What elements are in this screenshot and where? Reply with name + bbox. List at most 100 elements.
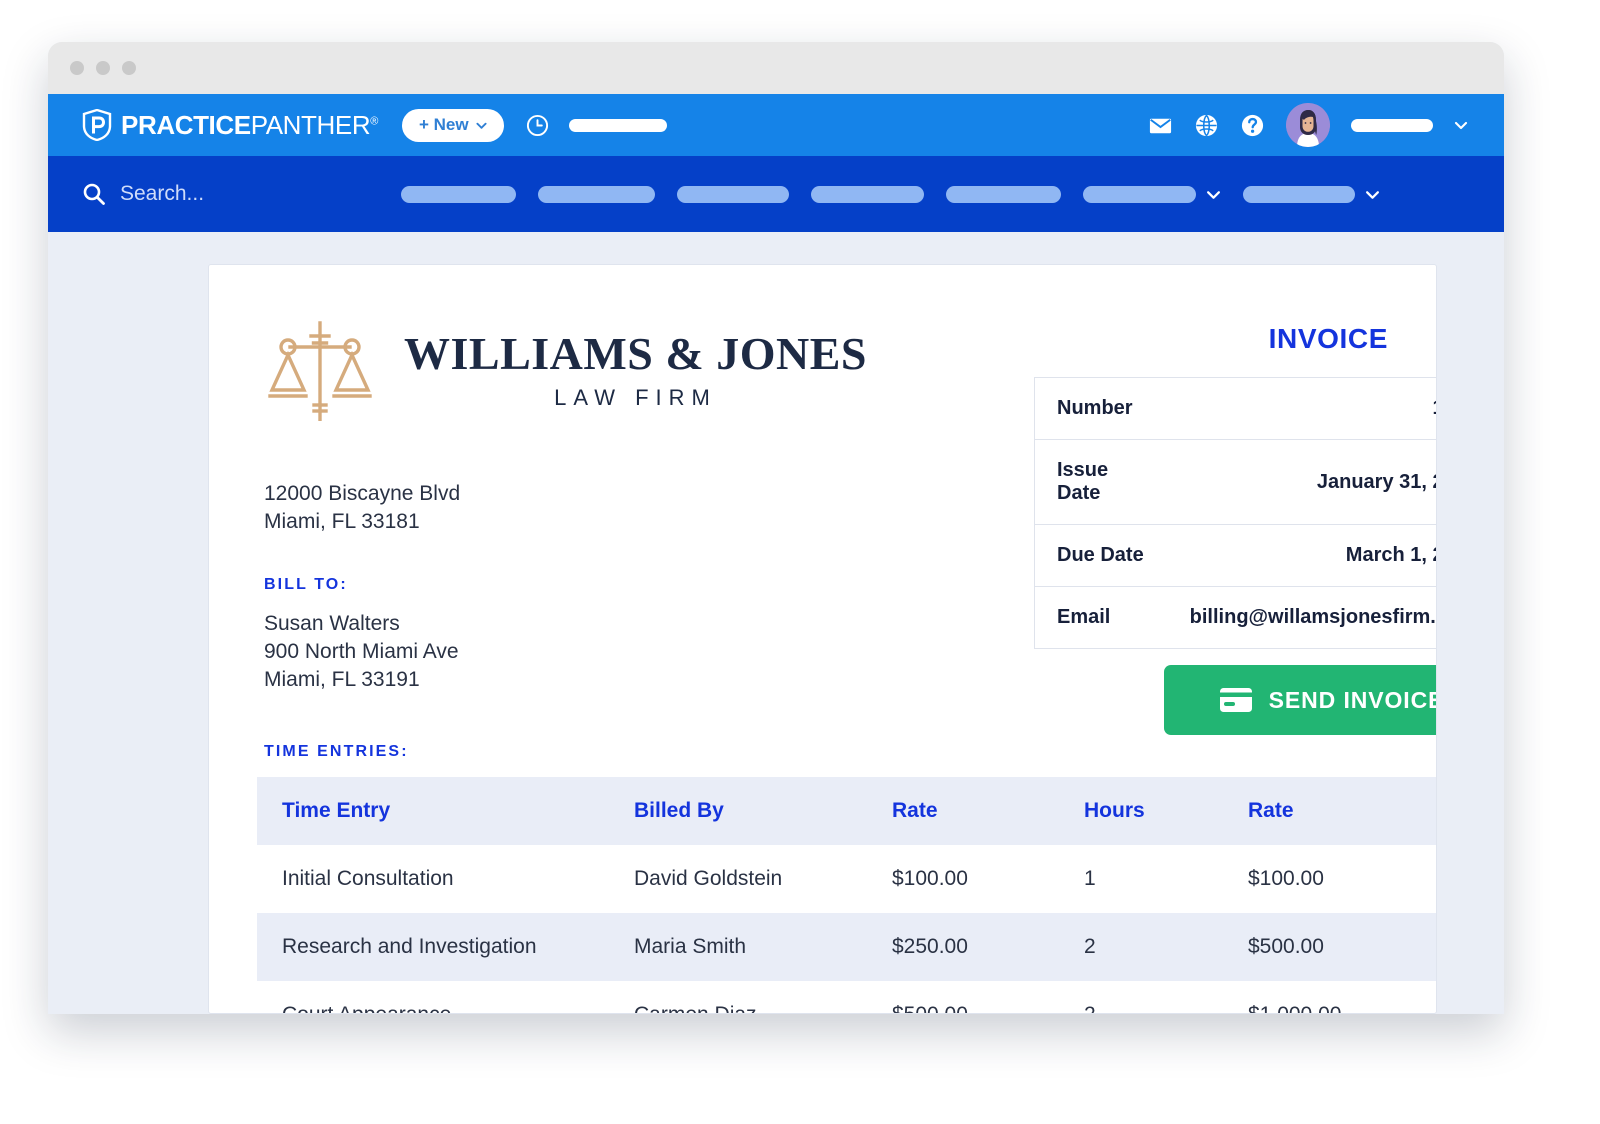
- nav-item-label-placeholder: [401, 185, 516, 203]
- cell-rate: $100.00: [892, 867, 968, 890]
- mail-icon[interactable]: [1148, 113, 1173, 138]
- law-firm-name: WILLIAMS & JONES: [404, 328, 867, 379]
- page-body: WILLIAMS & JONES LAW FIRM INVOICE 12000 …: [48, 232, 1504, 1014]
- help-circle-icon[interactable]: [1240, 113, 1265, 138]
- new-button-label: + New: [418, 115, 469, 134]
- nav-item[interactable]: [811, 185, 924, 203]
- cell-time-entry: Research and Investigation: [257, 913, 609, 981]
- cell-time-entry: Initial Consultation: [282, 867, 454, 890]
- chevron-down-icon[interactable]: [1454, 118, 1468, 132]
- practicepanther-logo[interactable]: PRACTICEPANTHER®: [82, 109, 378, 141]
- time-entries-table: Time Entry Billed By Rate Hours Rate Ini…: [257, 777, 1436, 1013]
- browser-window: PRACTICEPANTHER® + New Search... WILLIAM…: [48, 42, 1504, 1014]
- law-firm-logo: WILLIAMS & JONES LAW FIRM: [264, 311, 867, 421]
- maximize-window-button[interactable]: [122, 61, 136, 75]
- invoice-detail-key: Email: [1057, 606, 1111, 628]
- nav-item-label-placeholder: [946, 185, 1061, 203]
- cell-billed-by: Carmen Diaz: [609, 981, 867, 1013]
- cell-total: $100.00: [1248, 867, 1324, 890]
- shield-p-icon: [82, 109, 112, 141]
- search-input[interactable]: [120, 182, 360, 206]
- firm-address-line: Miami, FL 33181: [264, 509, 420, 533]
- nav-item[interactable]: [538, 185, 655, 203]
- bill-to-line: 900 North Miami Ave: [264, 639, 459, 663]
- bill-to-line: Susan Walters: [264, 611, 400, 635]
- column-header-time-entry[interactable]: Time Entry: [257, 777, 609, 845]
- cell-time-entry: Court Appearance: [257, 981, 609, 1013]
- avatar[interactable]: [1286, 103, 1330, 147]
- invoice-detail-row: Due Date March 1, 2024: [1034, 525, 1436, 587]
- appbar-right-group: [1148, 103, 1468, 147]
- close-window-button[interactable]: [70, 61, 84, 75]
- invoice-detail-value: January 31, 2024: [1316, 470, 1436, 493]
- nav-item[interactable]: [677, 185, 789, 203]
- brand-wordmark: PRACTICEPANTHER®: [121, 110, 378, 141]
- registered-mark: ®: [370, 114, 378, 127]
- cell-hours: 2: [1059, 913, 1223, 981]
- search-icon: [83, 183, 105, 205]
- send-invoice-label: SEND INVOICE: [1268, 686, 1437, 713]
- table-row[interactable]: Court AppearanceCarmen Diaz$500.002$1,00…: [257, 981, 1436, 1013]
- column-header-rate[interactable]: Rate: [867, 777, 1059, 845]
- table-row[interactable]: Research and Investigation Maria Smith $25…: [257, 913, 1436, 981]
- user-name-placeholder: [1351, 118, 1433, 132]
- scales-of-justice-icon: [268, 321, 372, 421]
- nav-item-label-placeholder: [1083, 185, 1196, 203]
- nav-items-group: [401, 185, 1380, 203]
- app-header-bar: PRACTICEPANTHER® + New: [48, 94, 1504, 156]
- invoice-detail-row: Number 1789: [1034, 378, 1437, 440]
- invoice-detail-value: 1789: [1168, 378, 1437, 440]
- bill-to-label: BILL TO:: [264, 575, 348, 593]
- firm-address-line: 12000 Biscayne Blvd: [264, 482, 461, 505]
- address-block: 12000 Biscayne Blvd Miami, FL 33181 BILL…: [264, 480, 824, 694]
- search-box[interactable]: [82, 182, 392, 206]
- nav-item-label-placeholder: [677, 185, 789, 203]
- cell-hours: 1: [1084, 867, 1096, 890]
- column-header-total-rate[interactable]: Rate: [1223, 777, 1436, 845]
- brand-bold-text: PRACTICE: [121, 109, 251, 140]
- invoice-detail-row: Email billing@willamsjonesfirm.com: [1035, 587, 1436, 649]
- cell-total: $500.00: [1223, 913, 1436, 981]
- invoice-detail-value: March 1, 2024: [1345, 544, 1436, 566]
- cell-billed-by: Maria Smith: [609, 913, 867, 981]
- invoice-detail-key: Issue Date: [1057, 459, 1109, 504]
- time-entries-label: TIME ENTRIES:: [264, 743, 409, 760]
- chevron-down-icon[interactable]: [1206, 187, 1221, 202]
- bill-to-line: Miami, FL 33191: [264, 667, 420, 691]
- time-entries-body: Initial Consultation David Goldstein $100.…: [257, 845, 1436, 1013]
- brand-light-text: PANTHER: [250, 109, 371, 140]
- chevron-down-icon[interactable]: [1365, 187, 1380, 202]
- invoice-detail-row: Issue Date January 31, 2024: [1034, 440, 1436, 525]
- law-firm-name-block: WILLIAMS & JONES LAW FIRM: [404, 327, 867, 411]
- clock-icon[interactable]: [526, 114, 549, 137]
- nav-item[interactable]: [946, 185, 1061, 203]
- chevron-down-icon: [476, 122, 487, 129]
- globe-icon[interactable]: [1194, 113, 1219, 138]
- nav-item[interactable]: [401, 185, 516, 203]
- nav-item[interactable]: [1083, 185, 1221, 203]
- send-invoice-button[interactable]: SEND INVOICE: [1164, 665, 1437, 735]
- cell-billed-by: David Goldstein: [634, 867, 783, 890]
- column-header-billed-by[interactable]: Billed By: [609, 777, 867, 845]
- cell-total: $1,000.00: [1223, 981, 1436, 1013]
- credit-card-icon: [1219, 688, 1252, 712]
- time-entries-header: Time Entry Billed By Rate Hours Rate: [257, 777, 1436, 845]
- minimize-window-button[interactable]: [96, 61, 110, 75]
- nav-item[interactable]: [1243, 185, 1380, 203]
- search-nav-bar: [48, 156, 1504, 232]
- nav-item-label-placeholder: [811, 185, 924, 203]
- cell-rate: $500.00: [867, 981, 1059, 1013]
- invoice-detail-value: billing@willamsjonesfirm.com: [1189, 606, 1436, 628]
- browser-titlebar: [48, 42, 1504, 94]
- invoice-detail-key: Number: [1057, 397, 1133, 419]
- appbar-placeholder-1: [568, 118, 667, 132]
- new-button[interactable]: + New: [401, 108, 504, 142]
- cell-rate: $250.00: [867, 913, 1059, 981]
- invoice-details-body: Number 1789 Issue Date January 31, 2024 Due …: [1034, 378, 1437, 649]
- page-title: INVOICE: [1268, 323, 1388, 354]
- invoice-card: WILLIAMS & JONES LAW FIRM INVOICE 12000 …: [208, 264, 1437, 1014]
- table-row[interactable]: Initial Consultation David Goldstein $100.…: [257, 845, 1436, 913]
- invoice-detail-key: Due Date: [1057, 544, 1144, 566]
- invoice-details-table: Number 1789 Issue Date January 31, 2024 Due …: [1034, 377, 1437, 649]
- column-header-hours[interactable]: Hours: [1059, 777, 1223, 845]
